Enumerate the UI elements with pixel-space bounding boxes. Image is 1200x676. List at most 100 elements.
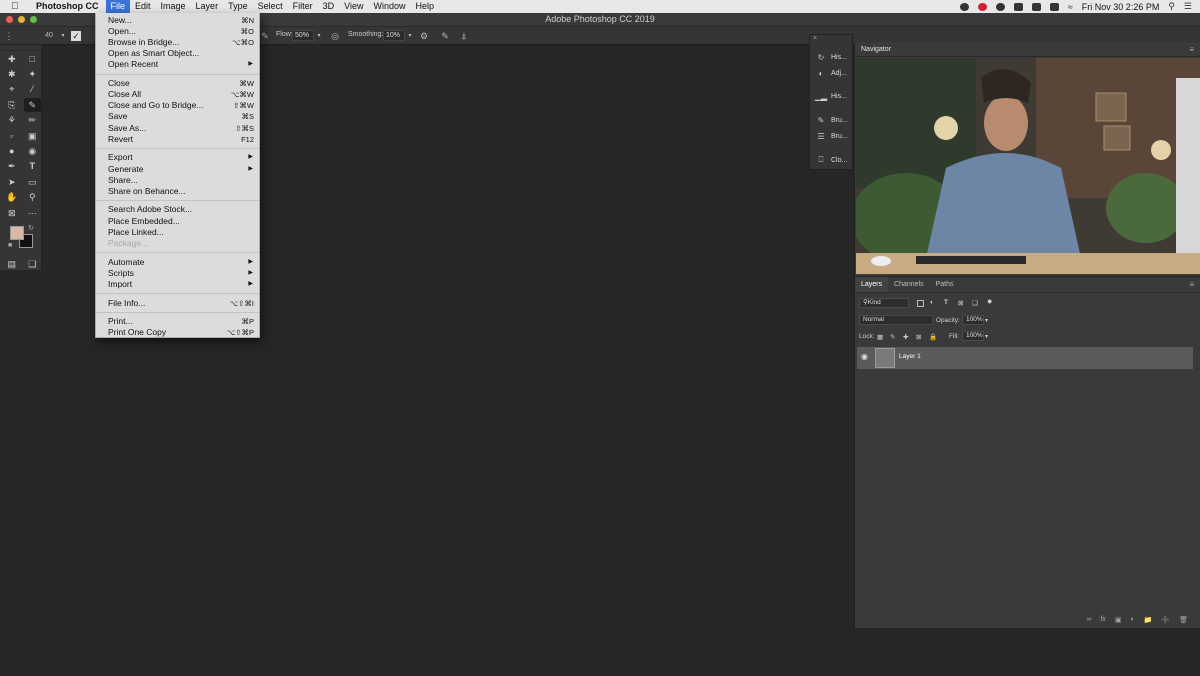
adjustment-layer-icon[interactable]: ◐ bbox=[1130, 616, 1134, 624]
smoothing-settings-gear-icon[interactable]: ⚙ bbox=[419, 31, 429, 41]
creative-cloud-icon[interactable] bbox=[959, 2, 969, 11]
pressure-size-icon[interactable]: ✎ bbox=[440, 31, 450, 41]
file-menu-item-open[interactable]: Open... ⌘O bbox=[96, 26, 259, 37]
wifi-icon[interactable]: ≈ bbox=[1068, 2, 1073, 12]
file-menu-item-new[interactable]: New... ⌘N bbox=[96, 15, 259, 26]
chevron-down-icon[interactable]: ▾ bbox=[314, 31, 324, 41]
foreground-color-swatch[interactable] bbox=[10, 226, 24, 241]
file-menu-item-browse-in-bridge[interactable]: Browse in Bridge... ⌥⌘O bbox=[96, 37, 259, 48]
blur-tool-icon[interactable]: ● bbox=[3, 144, 21, 158]
clipboard-icon[interactable] bbox=[1013, 2, 1023, 11]
dock-item-history[interactable]: ↻ His... bbox=[811, 49, 852, 65]
menu-filter[interactable]: Filter bbox=[288, 0, 318, 13]
battery-icon[interactable] bbox=[1049, 2, 1059, 11]
history-brush-tool-icon[interactable]: ✏ bbox=[24, 113, 42, 127]
eyedropper-tool-icon[interactable]: ⁄ bbox=[24, 82, 42, 96]
new-group-folder-icon[interactable]: 📁 bbox=[1144, 616, 1153, 624]
sync-icon[interactable] bbox=[995, 2, 1005, 11]
zoom-tool-icon[interactable]: ⚲ bbox=[24, 190, 42, 204]
tab-paths[interactable]: Paths bbox=[930, 277, 960, 292]
file-menu-item-place-embedded[interactable]: Place Embedded... bbox=[96, 216, 259, 227]
dock-item-histogram[interactable]: ▁▂ His... bbox=[811, 88, 852, 104]
file-menu-item-generate[interactable]: Generate ▶ bbox=[96, 164, 259, 175]
tab-channels[interactable]: Channels bbox=[888, 277, 930, 292]
menu-view[interactable]: View bbox=[339, 0, 368, 13]
menu-help[interactable]: Help bbox=[410, 0, 439, 13]
file-menu-item-scripts[interactable]: Scripts ▶ bbox=[96, 268, 259, 279]
status-app-icon[interactable] bbox=[977, 2, 987, 11]
apple-icon[interactable]:  bbox=[11, 1, 25, 12]
file-menu-item-close-all[interactable]: Close All ⌥⌘W bbox=[96, 89, 259, 100]
airbrush-icon[interactable]: ◎ bbox=[330, 31, 340, 41]
lock-all-icon[interactable]: 🔒 bbox=[929, 333, 937, 341]
menu-3d[interactable]: 3D bbox=[318, 0, 340, 13]
menu-edit[interactable]: Edit bbox=[130, 0, 156, 13]
visibility-eye-icon[interactable]: ◉ bbox=[861, 352, 868, 361]
lock-transparent-icon[interactable]: ▦ bbox=[877, 333, 883, 341]
crop-tool-icon[interactable]: ⌖ bbox=[3, 82, 21, 96]
menubar-clock[interactable]: Fri Nov 30 2:26 PM bbox=[1082, 2, 1160, 12]
filter-adjustment-icon[interactable]: ◐ bbox=[930, 299, 934, 306]
file-menu-item-close-and-go-to-bridge[interactable]: Close and Go to Bridge... ⇧⌘W bbox=[96, 100, 259, 111]
file-menu-item-save[interactable]: Save ⌘S bbox=[96, 111, 259, 122]
file-menu-item-open-as-smart-object[interactable]: Open as Smart Object... bbox=[96, 48, 259, 59]
filter-pixel-icon[interactable] bbox=[917, 300, 924, 307]
file-menu-item-print[interactable]: Print... ⌘P bbox=[96, 316, 259, 327]
delete-layer-trash-icon[interactable]: 🗑 bbox=[1179, 616, 1188, 624]
rectangle-tool-icon[interactable]: ▭ bbox=[24, 175, 42, 189]
lock-image-icon[interactable]: ✎ bbox=[890, 333, 895, 341]
menu-file[interactable]: File bbox=[105, 0, 131, 13]
quick-mask-icon[interactable]: ▤ bbox=[3, 257, 21, 271]
lasso-tool-icon[interactable]: ✱ bbox=[3, 67, 21, 81]
screen-mode-icon[interactable]: ❑ bbox=[24, 257, 42, 271]
layer-name[interactable]: Layer 1 bbox=[899, 353, 921, 360]
more-tools-icon[interactable]: ⋯ bbox=[24, 206, 42, 220]
dock-item-brushes[interactable]: ✎ Bru... bbox=[811, 112, 852, 128]
flow-input[interactable]: 50% bbox=[292, 30, 314, 41]
chevron-down-icon[interactable]: ▾ bbox=[985, 333, 988, 340]
chevron-down-icon[interactable]: ▾ bbox=[985, 317, 988, 324]
magic-wand-tool-icon[interactable]: ✦ bbox=[24, 67, 42, 81]
filter-shape-icon[interactable]: ⊠ bbox=[958, 299, 963, 307]
menu-window[interactable]: Window bbox=[368, 0, 410, 13]
filter-toggle-icon[interactable]: ● bbox=[987, 296, 992, 306]
filter-type-icon[interactable]: T bbox=[944, 299, 948, 306]
file-menu-item-automate[interactable]: Automate ▶ bbox=[96, 257, 259, 268]
add-mask-icon[interactable]: ▣ bbox=[1115, 616, 1122, 624]
pressure-opacity-icon[interactable]: ✎ bbox=[260, 31, 270, 41]
chevron-down-icon[interactable]: ▾ bbox=[58, 31, 68, 41]
file-menu-item-print-one-copy[interactable]: Print One Copy ⌥⇧⌘P bbox=[96, 327, 259, 338]
file-menu-item-revert[interactable]: Revert F12 bbox=[96, 134, 259, 145]
type-tool-icon[interactable]: T bbox=[24, 159, 42, 173]
file-menu-item-save-as[interactable]: Save As... ⇧⌘S bbox=[96, 123, 259, 134]
dock-item-adjustments[interactable]: ◐ Adj... bbox=[811, 65, 852, 81]
brush-tool-icon[interactable]: ✎ bbox=[23, 97, 41, 112]
opacity-input[interactable]: 100% bbox=[962, 315, 984, 325]
smoothing-input[interactable]: 10% bbox=[383, 30, 405, 41]
file-menu-item-export[interactable]: Export ▶ bbox=[96, 152, 259, 163]
tab-layers[interactable]: Layers bbox=[855, 277, 889, 292]
lock-position-icon[interactable]: ✚ bbox=[903, 333, 908, 341]
menu-type[interactable]: Type bbox=[223, 0, 253, 13]
swap-colors-icon[interactable]: ↻ bbox=[28, 224, 34, 232]
frame-tool-icon[interactable]: ⊠ bbox=[3, 206, 21, 220]
eraser-tool-icon[interactable]: ▫ bbox=[3, 129, 21, 143]
brush-preset-picker[interactable]: 40 bbox=[44, 31, 54, 41]
clone-stamp-tool-icon[interactable]: ⚘ bbox=[3, 113, 21, 127]
dodge-tool-icon[interactable]: ◉ bbox=[24, 144, 42, 158]
close-icon[interactable]: × bbox=[813, 35, 817, 42]
file-menu-item-file-info[interactable]: File Info... ⌥⇧⌘I bbox=[96, 298, 259, 309]
chevron-down-icon[interactable]: ▾ bbox=[405, 31, 415, 41]
layer-row[interactable]: ◉ Layer 1 bbox=[857, 347, 1193, 369]
layer-filter-kind-select[interactable]: ⚲Kind bbox=[859, 298, 909, 308]
layer-thumbnail[interactable] bbox=[875, 348, 895, 368]
notification-center-icon[interactable]: ☰ bbox=[1184, 1, 1192, 12]
menu-select[interactable]: Select bbox=[253, 0, 288, 13]
marquee-tool-icon[interactable]: □ bbox=[24, 52, 42, 66]
move-tool-icon[interactable]: ✚ bbox=[3, 52, 21, 66]
symmetry-icon[interactable]: ⍋ bbox=[459, 31, 469, 41]
spotlight-search-icon[interactable]: ⚲ bbox=[1168, 1, 1175, 12]
file-menu-item-share[interactable]: Share... bbox=[96, 175, 259, 186]
new-layer-icon[interactable]: ➕ bbox=[1161, 616, 1170, 624]
hand-tool-icon[interactable]: ✋ bbox=[3, 190, 21, 204]
